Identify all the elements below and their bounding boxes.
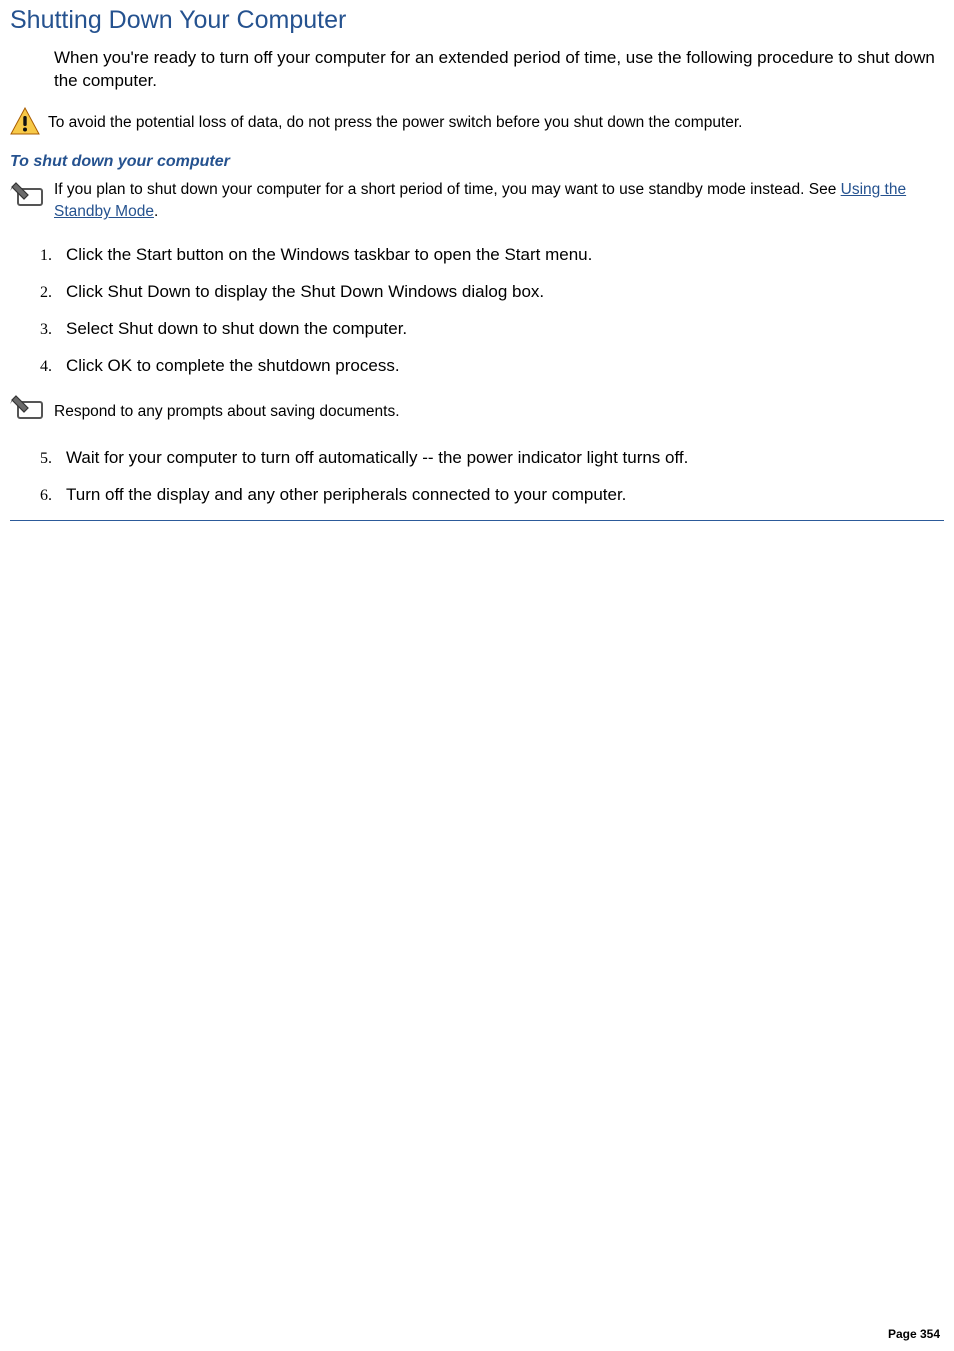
- section-subhead: To shut down your computer: [10, 153, 944, 171]
- step-item: Click Shut Down to display the Shut Down…: [40, 281, 944, 304]
- step-item: Click OK to complete the shutdown proces…: [40, 355, 944, 378]
- note-text-before: If you plan to shut down your computer f…: [54, 181, 841, 198]
- step-item: Click the Start button on the Windows ta…: [40, 244, 944, 267]
- note-text: Respond to any prompts about saving docu…: [54, 397, 400, 421]
- pencil-note-icon: [10, 392, 48, 427]
- note-block-standby: If you plan to shut down your computer f…: [10, 179, 944, 224]
- page-number: Page 354: [888, 1327, 940, 1341]
- note-text: If you plan to shut down your computer f…: [54, 181, 906, 220]
- pencil-note-icon: [10, 179, 48, 214]
- steps-list-b: Wait for your computer to turn off autom…: [40, 447, 944, 507]
- steps-list-a: Click the Start button on the Windows ta…: [40, 244, 944, 378]
- note-text-after: .: [154, 203, 158, 220]
- step-item: Wait for your computer to turn off autom…: [40, 447, 944, 470]
- warning-triangle-icon: [10, 107, 40, 135]
- document-page: Shutting Down Your Computer When you're …: [0, 0, 954, 1351]
- step-item: Turn off the display and any other perip…: [40, 484, 944, 507]
- page-title: Shutting Down Your Computer: [10, 6, 944, 35]
- note-block-save-prompts: Respond to any prompts about saving docu…: [10, 392, 944, 427]
- warning-text: To avoid the potential loss of data, do …: [48, 107, 742, 134]
- warning-callout: To avoid the potential loss of data, do …: [10, 107, 944, 135]
- step-item: Select Shut down to shut down the comput…: [40, 318, 944, 341]
- intro-paragraph: When you're ready to turn off your compu…: [54, 47, 944, 93]
- section-divider: [10, 520, 944, 521]
